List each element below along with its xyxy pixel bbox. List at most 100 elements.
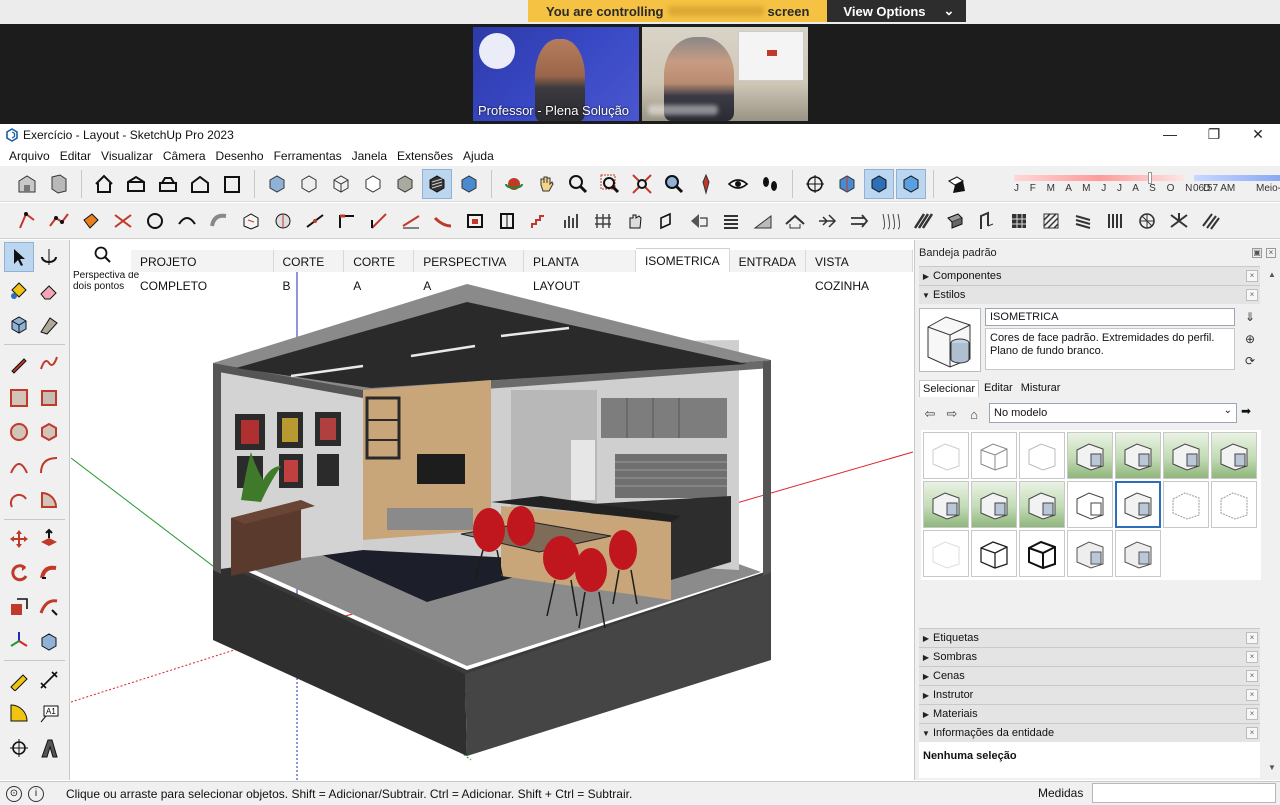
hidden-line-button[interactable] (358, 169, 388, 199)
maximize-button[interactable]: ❐ (1192, 124, 1236, 146)
ext-tool-24[interactable] (748, 206, 778, 236)
ext-tool-29[interactable] (908, 206, 938, 236)
style-thumb[interactable] (971, 432, 1017, 479)
scene-tab-vista-cozinha[interactable]: VISTA COZINHA (805, 250, 913, 293)
menu-camera[interactable]: Câmera (158, 149, 211, 163)
paint-bucket-tool[interactable] (4, 276, 34, 306)
make-component-tool[interactable] (4, 310, 34, 340)
view-back-button[interactable] (217, 169, 247, 199)
close-button[interactable]: ✕ (1236, 124, 1280, 146)
scene-tab-planta-layout[interactable]: PLANTA LAYOUT (523, 250, 636, 293)
ext-tool-16[interactable] (492, 206, 522, 236)
ext-tool-8[interactable] (236, 206, 266, 236)
geo-location-icon[interactable]: ⊙ (6, 785, 22, 802)
style-thumb[interactable] (1115, 432, 1161, 479)
close-panel-icon[interactable]: × (1246, 708, 1258, 720)
ext-tool-25[interactable] (780, 206, 810, 236)
zoom-extents-button[interactable] (627, 169, 657, 199)
line-tool[interactable] (4, 349, 34, 379)
style-library-dropdown[interactable]: No modelo ⌄ (989, 403, 1237, 423)
style-thumb[interactable] (923, 432, 969, 479)
menu-arquivo[interactable]: Arquivo (4, 149, 55, 163)
push-pull-tool[interactable] (34, 524, 64, 554)
panel-materiais[interactable]: ▶ Materiais × (919, 704, 1260, 723)
ext-tool-23[interactable] (716, 206, 746, 236)
warehouse-button[interactable] (12, 169, 42, 199)
ext-tool-7[interactable] (204, 206, 234, 236)
close-panel-icon[interactable]: × (1246, 289, 1258, 301)
polygon-tool[interactable] (34, 417, 64, 447)
style-thumb[interactable] (1019, 481, 1065, 528)
view-iso-button[interactable] (89, 169, 119, 199)
ext-tool-11[interactable] (332, 206, 362, 236)
ext-tool-2[interactable] (44, 206, 74, 236)
tape-measure-tool[interactable] (4, 665, 34, 695)
section-plane-button[interactable] (800, 169, 830, 199)
close-panel-icon[interactable]: × (1246, 270, 1258, 282)
ext-tool-37[interactable] (1164, 206, 1194, 236)
search-icon[interactable] (93, 245, 113, 265)
move-tool[interactable] (4, 524, 34, 554)
close-panel-icon[interactable]: × (1246, 670, 1258, 682)
refresh-icon[interactable]: ⟳ (1243, 354, 1257, 368)
ext-tool-35[interactable] (1100, 206, 1130, 236)
back-arrow-icon[interactable]: ⇦ (919, 406, 941, 422)
ext-tool-27[interactable] (844, 206, 874, 236)
close-panel-icon[interactable]: × (1246, 727, 1258, 739)
look-around-button[interactable] (723, 169, 753, 199)
pie-tool[interactable] (34, 485, 64, 515)
tab-editar[interactable]: Editar (981, 380, 1016, 397)
ext-tool-6[interactable] (172, 206, 202, 236)
style-description-field[interactable]: Cores de face padrão. Extremidades do pe… (985, 328, 1235, 370)
ext-tool-3[interactable] (76, 206, 106, 236)
time-slider[interactable] (1194, 175, 1280, 181)
view-top-button[interactable] (121, 169, 151, 199)
walk-button[interactable] (755, 169, 785, 199)
style-thumb[interactable] (923, 481, 969, 528)
style-thumb-selected[interactable] (1115, 481, 1161, 528)
position-camera-button[interactable] (691, 169, 721, 199)
orbit-tool[interactable] (34, 242, 64, 272)
pan-button[interactable] (531, 169, 561, 199)
video-tile-participant[interactable] (642, 27, 808, 121)
menu-editar[interactable]: Editar (55, 149, 96, 163)
tab-misturar[interactable]: Misturar (1018, 380, 1064, 397)
section-fill-button[interactable] (896, 168, 926, 199)
text-tool[interactable]: A1 (34, 699, 64, 729)
ext-tool-31[interactable] (972, 206, 1002, 236)
panel-estilos[interactable]: ▼ Estilos × (919, 285, 1260, 304)
ext-tool-1[interactable] (12, 206, 42, 236)
style-thumb[interactable] (1067, 432, 1113, 479)
wireframe-button[interactable] (326, 169, 356, 199)
scene-tab-projeto-completo[interactable]: PROJETO COMPLETO (131, 250, 274, 293)
menu-ferramentas[interactable]: Ferramentas (269, 149, 347, 163)
ext-tool-22[interactable] (684, 206, 714, 236)
style-thumb[interactable] (1019, 530, 1065, 577)
xray-button[interactable] (262, 169, 292, 199)
eraser-tool[interactable] (34, 276, 64, 306)
ext-tool-10[interactable] (300, 206, 330, 236)
ext-tool-30[interactable] (940, 206, 970, 236)
style-thumb[interactable] (1163, 432, 1209, 479)
ext-tool-33[interactable] (1036, 206, 1066, 236)
view-right-button[interactable] (185, 169, 215, 199)
home-icon[interactable]: ⌂ (963, 407, 985, 422)
tab-selecionar[interactable]: Selecionar (919, 380, 979, 397)
scene-tab-perspectiva-a[interactable]: PERSPECTIVA A (414, 250, 524, 293)
style-thumb[interactable] (1163, 481, 1209, 528)
ext-tool-20[interactable] (620, 206, 650, 236)
scroll-up-icon[interactable]: ▲ (1268, 270, 1276, 279)
style-thumb[interactable] (1067, 481, 1113, 528)
three-d-text-tool[interactable] (34, 733, 64, 763)
display-section-planes-button[interactable] (832, 169, 862, 199)
offset-tool[interactable] (34, 592, 64, 622)
tray-scrollbar[interactable]: ▲ ▼ (1264, 266, 1280, 780)
panel-cenas[interactable]: ▶ Cenas × (919, 666, 1260, 685)
menu-janela[interactable]: Janela (347, 149, 392, 163)
video-tile-professor[interactable]: Professor - Plena Solução (473, 27, 639, 121)
scale-tool[interactable] (4, 592, 34, 622)
create-style-icon[interactable]: ⊕ (1243, 332, 1257, 346)
shaded-textures-button[interactable] (422, 168, 452, 199)
extension-warehouse-button[interactable] (44, 169, 74, 199)
style-name-field[interactable]: ISOMETRICA (985, 308, 1235, 326)
